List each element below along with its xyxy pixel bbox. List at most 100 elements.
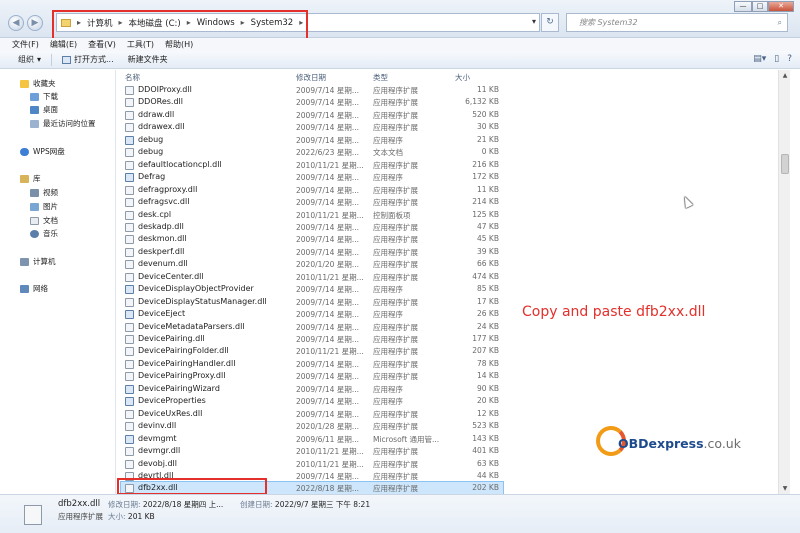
nav-videos[interactable]: 视频 [30,187,58,198]
nav-label: WPS网盘 [33,147,65,156]
file-row[interactable]: DevicePairing.dll 2009/7/14 星期... 应用程序扩展 17… [121,333,503,345]
menu-edit[interactable]: 编辑(E) [50,38,77,51]
file-type: 应用程序 [373,173,403,183]
vertical-scrollbar[interactable]: ▲ ▼ [778,70,790,494]
menu-file[interactable]: 文件(F) [12,38,39,51]
nav-desktop[interactable]: 桌面 [30,104,58,115]
file-row[interactable]: DDORes.dll 2009/7/14 星期... 应用程序扩展 6,132 KB [121,96,503,108]
file-row[interactable]: devobj.dll 2010/11/21 星期... 应用程序扩展 63 KB [121,458,503,470]
menu-bar: 文件(F) 编辑(E) 查看(V) 工具(T) 帮助(H) [0,38,800,51]
forward-button[interactable]: ▶ [27,15,43,31]
scrollbar-thumb[interactable] [781,154,789,174]
nav-label: 视频 [43,188,58,197]
dll-file-icon [125,359,134,369]
nav-favorites[interactable]: 收藏夹 [20,78,56,89]
nav-music[interactable]: 音乐 [30,228,58,239]
file-row[interactable]: devmgmt 2009/6/11 星期... Microsoft 通用管... 14… [121,433,503,445]
new-folder-button[interactable]: 新建文件夹 [124,54,172,65]
file-row[interactable]: debug 2022/6/23 星期... 文本文档 0 KB [121,146,503,158]
back-button[interactable]: ◀ [8,15,24,31]
file-row[interactable]: DevicePairingProxy.dll 2009/7/14 星期... 应用程… [121,370,503,382]
file-row[interactable]: DeviceDisplayStatusManager.dll 2009/7/14 … [121,296,503,308]
file-date: 2022/6/23 星期... [296,148,359,158]
file-row[interactable]: DevicePairingFolder.dll 2010/11/21 星期... 应… [121,345,503,357]
file-name: desk.cpl [138,209,172,219]
minimize-button[interactable]: — [734,1,752,12]
file-row[interactable]: defaultlocationcpl.dll 2010/11/21 星期... 应用… [121,159,503,171]
close-button[interactable]: ✕ [768,1,794,12]
menu-tools[interactable]: 工具(T) [127,38,154,51]
file-type: Microsoft 通用管... [373,434,440,444]
scroll-up-icon[interactable]: ▲ [780,72,790,79]
application-icon [125,135,134,145]
nav-downloads[interactable]: 下载 [30,91,58,102]
nav-libraries[interactable]: 库 [20,173,41,184]
organize-button[interactable]: 组织 ▾ [14,54,45,65]
file-name: deskmon.dll [138,234,187,244]
file-row[interactable]: defragsvc.dll 2009/7/14 星期... 应用程序扩展 214 KB [121,196,503,208]
refresh-button[interactable]: ↻ [541,13,559,32]
file-row[interactable]: DevicePairingWizard 2009/7/14 星期... 应用程序 90… [121,383,503,395]
menu-view[interactable]: 查看(V) [88,38,116,51]
file-row[interactable]: deskadp.dll 2009/7/14 星期... 应用程序扩展 47 KB [121,221,503,233]
menu-help[interactable]: 帮助(H) [165,38,193,51]
file-type: 应用程序扩展 [373,484,418,494]
column-header-type[interactable]: 类型 [373,72,388,83]
file-name: DeviceCenter.dll [138,271,204,281]
file-name: ddraw.dll [138,109,175,119]
nav-wps-cloud[interactable]: WPS网盘 [20,146,65,157]
nav-recent-places[interactable]: 最近访问的位置 [30,118,96,129]
file-row[interactable]: deskmon.dll 2009/7/14 星期... 应用程序扩展 45 KB [121,233,503,245]
file-name: DevicePairingHandler.dll [138,358,236,368]
preview-pane-icon[interactable]: ▯ [774,54,779,64]
brand-name: OBDexpress [618,436,704,451]
command-bar: 组织 ▾ 打开方式... 新建文件夹 ▤▾ ▯ ? [0,51,800,69]
file-row[interactable]: deskperf.dll 2009/7/14 星期... 应用程序扩展 39 KB [121,246,503,258]
file-size: 78 KB [477,358,499,368]
file-row[interactable]: desk.cpl 2010/11/21 星期... 控制面板项 125 KB [121,209,503,221]
file-row[interactable]: DeviceCenter.dll 2010/11/21 星期... 应用程序扩展 47… [121,271,503,283]
view-options-icon[interactable]: ▤▾ [753,54,766,64]
file-row[interactable]: DDOIProxy.dll 2009/7/14 星期... 应用程序扩展 11 KB [121,84,503,96]
nav-computer[interactable]: 计算机 [20,256,56,267]
file-row[interactable]: DeviceUxRes.dll 2009/7/14 星期... 应用程序扩展 12 K… [121,408,503,420]
file-row[interactable]: devenum.dll 2020/1/20 星期... 应用程序扩展 66 KB [121,258,503,270]
file-row[interactable]: devinv.dll 2020/1/28 星期... 应用程序扩展 523 KB [121,420,503,432]
open-with-button[interactable]: 打开方式... [58,54,118,65]
maximize-button[interactable]: □ [752,1,768,12]
recent-places-icon [30,119,39,128]
file-row[interactable]: debug 2009/7/14 星期... 应用程序 21 KB [121,134,503,146]
column-header-date[interactable]: 修改日期 [296,72,326,83]
file-size: 172 KB [472,172,499,182]
address-dropdown-icon[interactable]: ▾ [532,17,536,26]
search-input[interactable]: 搜索 System32 ⌕ [566,13,788,32]
file-name: DevicePairingProxy.dll [138,371,226,381]
file-row[interactable]: ddrawex.dll 2009/7/14 星期... 应用程序扩展 30 KB [121,121,503,133]
nav-documents[interactable]: 文档 [30,215,58,226]
column-header-name[interactable]: 名称 [125,72,140,83]
dll-file-icon [125,372,134,382]
file-row[interactable]: DeviceProperties 2009/7/14 星期... 应用程序 20 KB [121,395,503,407]
file-date: 2010/11/21 星期... [296,272,364,282]
file-size: 523 KB [472,421,499,431]
file-row[interactable]: ddraw.dll 2009/7/14 星期... 应用程序扩展 520 KB [121,109,503,121]
file-date: 2010/11/21 星期... [296,459,364,469]
scroll-down-icon[interactable]: ▼ [780,485,790,492]
file-row[interactable]: DeviceMetadataParsers.dll 2009/7/14 星期...… [121,321,503,333]
file-name: devenum.dll [138,259,188,269]
nav-pictures[interactable]: 图片 [30,201,58,212]
details-label: 创建日期: [240,500,273,509]
file-size: 520 KB [472,109,499,119]
file-row[interactable]: DevicePairingHandler.dll 2009/7/14 星期... 应… [121,358,503,370]
file-size: 207 KB [472,346,499,356]
file-row[interactable]: DeviceEject 2009/7/14 星期... 应用程序 26 KB [121,308,503,320]
column-header-size[interactable]: 大小 [455,72,470,83]
file-row[interactable]: DeviceDisplayObjectProvider 2009/7/14 星期.… [121,283,503,295]
file-row[interactable]: devmgr.dll 2010/11/21 星期... 应用程序扩展 401 KB [121,445,503,457]
application-icon [125,384,134,394]
file-row[interactable]: Defrag 2009/7/14 星期... 应用程序 172 KB [121,171,503,183]
nav-network[interactable]: 网络 [20,283,48,294]
file-row[interactable]: defragproxy.dll 2009/7/14 星期... 应用程序扩展 11 K… [121,184,503,196]
file-type: 应用程序扩展 [373,222,418,232]
help-icon[interactable]: ? [787,54,792,64]
